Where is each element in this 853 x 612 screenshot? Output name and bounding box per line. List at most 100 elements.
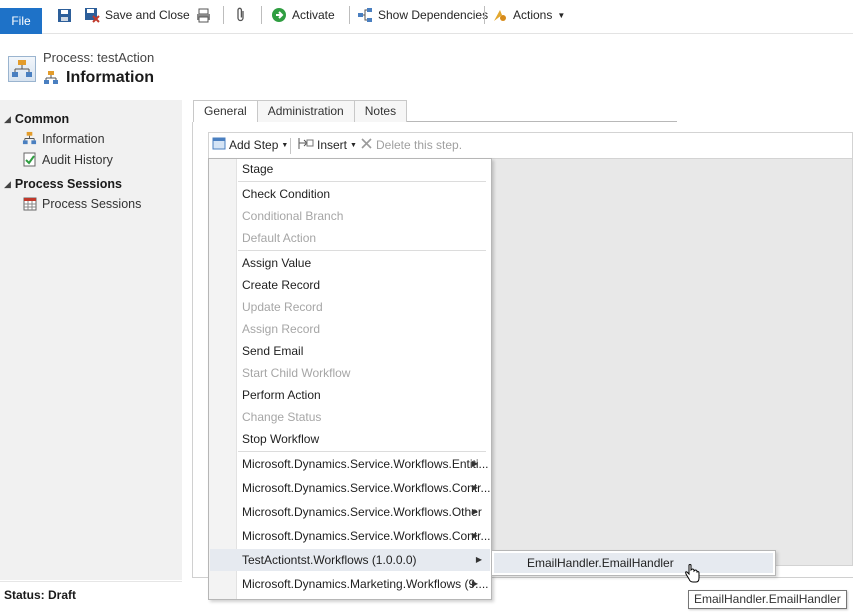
menu-separator (238, 181, 486, 182)
save-icon (56, 7, 72, 23)
show-dependencies-label: Show Dependencies (378, 8, 489, 22)
save-button[interactable] (56, 4, 72, 26)
insert-label: Insert (317, 138, 348, 152)
delete-step-button[interactable]: Delete this step. (360, 137, 462, 153)
menu-item: Assign Record (242, 318, 486, 340)
menu-item[interactable]: Stage (242, 158, 486, 180)
nav-item-information[interactable]: Information (22, 131, 105, 146)
chevron-down-icon: ▼ (557, 10, 566, 20)
ribbon-separator (349, 6, 350, 24)
hand-cursor-icon (684, 564, 700, 584)
menu-item[interactable]: Microsoft.Dynamics.Service.Workflows.Ent… (242, 453, 489, 475)
nav-group-common[interactable]: ◢ Common (4, 112, 69, 126)
menu-item-label: Start Child Workflow (242, 366, 351, 380)
page-subtitle: Process: testAction (43, 50, 155, 65)
file-button[interactable]: File (0, 8, 42, 34)
menu-item-label: Create Record (242, 278, 321, 292)
nav-item-label: Audit History (42, 152, 113, 167)
menu-separator (238, 451, 486, 452)
toolbar-separator (290, 138, 291, 154)
collapse-triangle-icon: ◢ (4, 178, 11, 189)
paperclip-icon (233, 7, 249, 23)
audit-icon (22, 152, 37, 167)
collapse-triangle-icon: ◢ (4, 113, 11, 124)
add-step-icon (212, 137, 226, 153)
tab-administration[interactable]: Administration (256, 100, 355, 122)
menu-item: Change Status (242, 406, 486, 428)
form-tabs: General Administration Notes (193, 100, 677, 122)
menu-item-label: Assign Value (242, 256, 312, 270)
workflow-submenu: EmailHandler.EmailHandler (491, 550, 776, 576)
actions-label: Actions (513, 8, 553, 22)
menu-item-label: Change Status (242, 410, 322, 424)
menu-item[interactable]: Perform Action (242, 384, 486, 406)
menu-item-label: Stage (242, 162, 274, 176)
nav-group-label: Process Sessions (14, 177, 122, 191)
insert-icon (298, 137, 314, 153)
add-step-button[interactable]: Add Step ▼ (212, 137, 288, 153)
menu-item[interactable]: Send Email (242, 340, 486, 362)
ribbon-separator (484, 6, 485, 24)
menu-gutter (209, 159, 237, 599)
submenu-arrow-icon: ▶ (475, 555, 482, 564)
menu-item-label: Assign Record (242, 322, 321, 336)
tab-notes[interactable]: Notes (353, 100, 408, 122)
process-icon (43, 70, 59, 86)
menu-item[interactable]: Stop Workflow (242, 428, 486, 450)
menu-separator (238, 250, 486, 251)
show-dependencies-button[interactable]: Show Dependencies (357, 4, 488, 26)
menu-item[interactable]: Create Record (242, 274, 486, 296)
print-button[interactable] (195, 4, 211, 26)
menu-item-label: Conditional Branch (242, 209, 344, 223)
submenu-arrow-icon: ▶ (471, 483, 478, 492)
menu-item[interactable]: Microsoft.Dynamics.Marketing.Workflows (… (242, 573, 489, 595)
menu-item: Conditional Branch (242, 205, 486, 227)
nav-item-process-sessions[interactable]: Process Sessions (22, 196, 141, 211)
nav-item-label: Information (42, 131, 105, 146)
menu-item[interactable]: Microsoft.Dynamics.Service.Workflows.Con… (242, 525, 491, 547)
save-close-icon (84, 7, 100, 23)
chevron-down-icon: ▼ (350, 141, 357, 149)
submenu-arrow-icon: ▶ (471, 507, 478, 516)
menu-item-label: Check Condition (242, 187, 331, 201)
actions-menu-button[interactable]: Actions ▼ (492, 4, 565, 26)
menu-item: Update Record (242, 296, 486, 318)
process-entity-icon (8, 56, 36, 82)
tab-general[interactable]: General (193, 100, 258, 122)
menu-item-label: Microsoft.Dynamics.Service.Workflows.Ent… (242, 457, 489, 471)
activate-button[interactable]: Activate (271, 4, 335, 26)
menu-item-label: Send Email (242, 344, 304, 358)
nav-item-audit-history[interactable]: Audit History (22, 152, 113, 167)
menu-item-label: Microsoft.Dynamics.Service.Workflows.Con… (242, 481, 491, 495)
left-navigation (0, 100, 182, 580)
ribbon-separator (261, 6, 262, 24)
menu-item[interactable]: Microsoft.Dynamics.Service.Workflows.Con… (242, 477, 491, 499)
nav-group-label: Common (14, 112, 70, 126)
menu-item-label: TestActiontst.Workflows (1.0.0.0) (242, 553, 417, 567)
menu-item-label: Update Record (242, 300, 323, 314)
menu-item[interactable]: Assign Value (242, 252, 486, 274)
submenu-arrow-icon: ▶ (471, 459, 478, 468)
save-and-close-button[interactable]: Save and Close (84, 4, 190, 26)
activate-label: Activate (292, 8, 335, 22)
menu-item-label: Microsoft.Dynamics.Service.Workflows.Oth… (242, 505, 482, 519)
status-text: Status: Draft (4, 588, 77, 602)
menu-item-label: Stop Workflow (242, 432, 320, 446)
menu-item[interactable]: Check Condition (242, 183, 486, 205)
attach-button[interactable] (233, 4, 249, 26)
menu-item[interactable]: TestActiontst.Workflows (1.0.0.0) ▶ (210, 549, 490, 571)
add-step-label: Add Step (229, 138, 279, 152)
dependencies-icon (357, 7, 373, 23)
delete-x-icon (360, 137, 373, 153)
actions-icon (492, 7, 508, 23)
delete-step-label: Delete this step. (376, 138, 463, 152)
submenu-item-email-handler[interactable]: EmailHandler.EmailHandler (494, 553, 773, 573)
menu-item[interactable]: Microsoft.Dynamics.Service.Workflows.Oth… (242, 501, 486, 523)
ribbon-separator (223, 6, 224, 24)
print-icon (195, 7, 211, 23)
chevron-down-icon: ▼ (281, 141, 289, 149)
insert-button[interactable]: Insert ▼ (298, 137, 357, 153)
nav-group-process-sessions[interactable]: ◢ Process Sessions (4, 177, 122, 191)
tooltip: EmailHandler.EmailHandler (688, 590, 847, 609)
grid-icon (22, 196, 37, 211)
